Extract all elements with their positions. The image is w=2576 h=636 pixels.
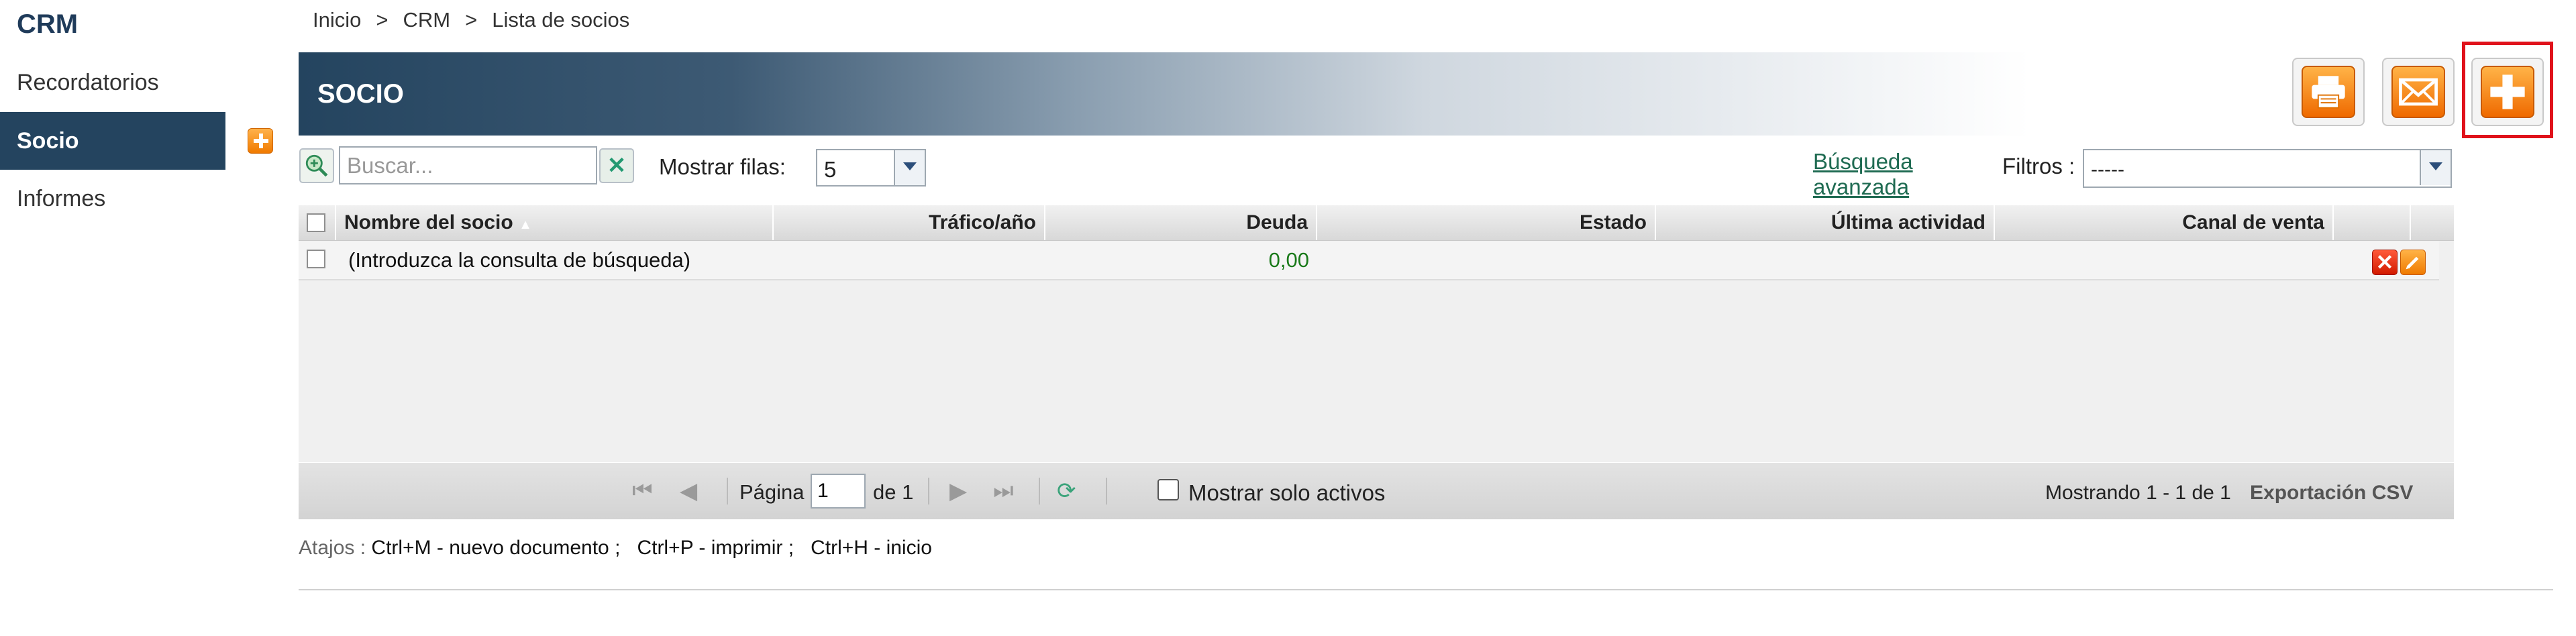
column-header-debt[interactable]: Deuda xyxy=(1045,205,1317,240)
edit-icon[interactable] xyxy=(2400,250,2426,275)
divider xyxy=(299,589,2553,590)
page-count: de 1 xyxy=(873,480,914,504)
next-page-icon[interactable]: ▶ xyxy=(949,478,967,505)
breadcrumb-home[interactable]: Inicio xyxy=(313,8,361,32)
active-only-checkbox[interactable] xyxy=(1157,479,1179,500)
column-header-name-label: Nombre del socio xyxy=(344,211,513,233)
sidebar-add-icon[interactable] xyxy=(248,128,273,154)
column-header-last-activity[interactable]: Última actividad xyxy=(1656,205,1995,240)
breadcrumb-separator: > xyxy=(465,8,478,32)
email-button[interactable] xyxy=(2382,58,2455,126)
column-header-sales-channel[interactable]: Canal de venta xyxy=(1995,205,2334,240)
row-checkbox[interactable] xyxy=(307,250,325,268)
printer-icon xyxy=(2302,66,2355,118)
sidebar-item-informes[interactable]: Informes xyxy=(0,170,225,227)
first-page-icon[interactable]: ⏮ xyxy=(632,478,653,504)
csv-export-link[interactable]: Exportación CSV xyxy=(2250,482,2413,505)
print-button[interactable] xyxy=(2292,58,2365,126)
partners-table: Nombre del socio ▲ Tráfico/año Deuda Est… xyxy=(299,205,2454,462)
column-header-name[interactable]: Nombre del socio ▲ xyxy=(336,205,774,240)
table-row[interactable]: (Introduzca la consulta de búsqueda) 0,0… xyxy=(299,242,2439,280)
add-button-highlight xyxy=(2462,42,2553,138)
refresh-icon[interactable]: ⟳ xyxy=(1057,478,1076,505)
shortcuts-label: Atajos : xyxy=(299,537,366,559)
rows-label: Mostrar filas: xyxy=(659,154,786,179)
last-page-icon[interactable]: ⏭ xyxy=(993,478,1014,504)
shortcuts-bar: Atajos : Ctrl+M - nuevo documento ; Ctrl… xyxy=(299,537,932,560)
filters-select-value: ----- xyxy=(2091,158,2124,180)
select-all-checkbox[interactable] xyxy=(307,213,325,232)
sort-ascending-icon: ▲ xyxy=(519,217,532,232)
sidebar-item-socio[interactable]: Socio xyxy=(0,112,225,170)
shortcut-print: Ctrl+P - imprimir ; xyxy=(637,537,794,559)
breadcrumb-separator: > xyxy=(376,8,389,32)
clear-search-icon[interactable]: ✕ xyxy=(599,148,634,183)
shortcut-new-document: Ctrl+M - nuevo documento ; xyxy=(371,537,621,559)
breadcrumb-crm[interactable]: CRM xyxy=(403,8,450,32)
page-title: SOCIO xyxy=(317,79,404,109)
pager-divider xyxy=(1106,478,1107,505)
records-summary: Mostrando 1 - 1 de 1 xyxy=(2045,482,2231,504)
sidebar: CRM Recordatorios Socio Informes xyxy=(0,0,228,636)
filters-label: Filtros : xyxy=(2002,154,2075,178)
search-input[interactable] xyxy=(339,146,597,184)
delete-icon[interactable]: ✕ xyxy=(2372,250,2398,275)
envelope-icon xyxy=(2391,66,2445,118)
pager-divider xyxy=(727,478,728,505)
advanced-search-line1[interactable]: Búsqueda xyxy=(1813,149,1913,174)
breadcrumb-current: Lista de socios xyxy=(492,8,630,32)
page-input[interactable] xyxy=(811,474,866,509)
sidebar-item-recordatorios[interactable]: Recordatorios xyxy=(0,54,225,111)
pager-divider xyxy=(928,478,929,505)
shortcut-home: Ctrl+H - inicio xyxy=(811,537,932,559)
breadcrumb: Inicio > CRM > Lista de socios xyxy=(313,8,629,32)
rows-select[interactable]: 5 xyxy=(816,149,926,187)
app-title: CRM xyxy=(17,9,79,39)
previous-page-icon[interactable]: ◀ xyxy=(680,478,697,505)
advanced-search-link[interactable]: Búsqueda avanzada xyxy=(1813,149,1913,200)
pager-divider xyxy=(1039,478,1040,505)
header-checkbox-cell xyxy=(299,205,336,240)
pagination-bar: ⏮ ◀ Página de 1 ▶ ⏭ ⟳ Mostrar solo activ… xyxy=(299,463,2454,519)
chevron-down-icon[interactable] xyxy=(894,150,925,185)
section-header xyxy=(299,52,2030,136)
row-debt: 0,00 xyxy=(1268,248,1309,272)
filters-select[interactable]: ----- xyxy=(2083,149,2452,188)
column-header-traffic[interactable]: Tráfico/año xyxy=(774,205,1045,240)
advanced-search-line2[interactable]: avanzada xyxy=(1813,174,1913,200)
column-header-actions xyxy=(2334,205,2411,240)
table-header: Nombre del socio ▲ Tráfico/año Deuda Est… xyxy=(299,205,2454,241)
active-only-label[interactable]: Mostrar solo activos xyxy=(1188,480,1385,506)
column-header-status[interactable]: Estado xyxy=(1317,205,1656,240)
search-icon[interactable] xyxy=(299,148,334,183)
row-partner-name: (Introduzca la consulta de búsqueda) xyxy=(348,248,691,272)
page-label: Página xyxy=(739,480,805,504)
chevron-down-icon[interactable] xyxy=(2420,150,2451,185)
rows-select-value: 5 xyxy=(824,157,837,182)
